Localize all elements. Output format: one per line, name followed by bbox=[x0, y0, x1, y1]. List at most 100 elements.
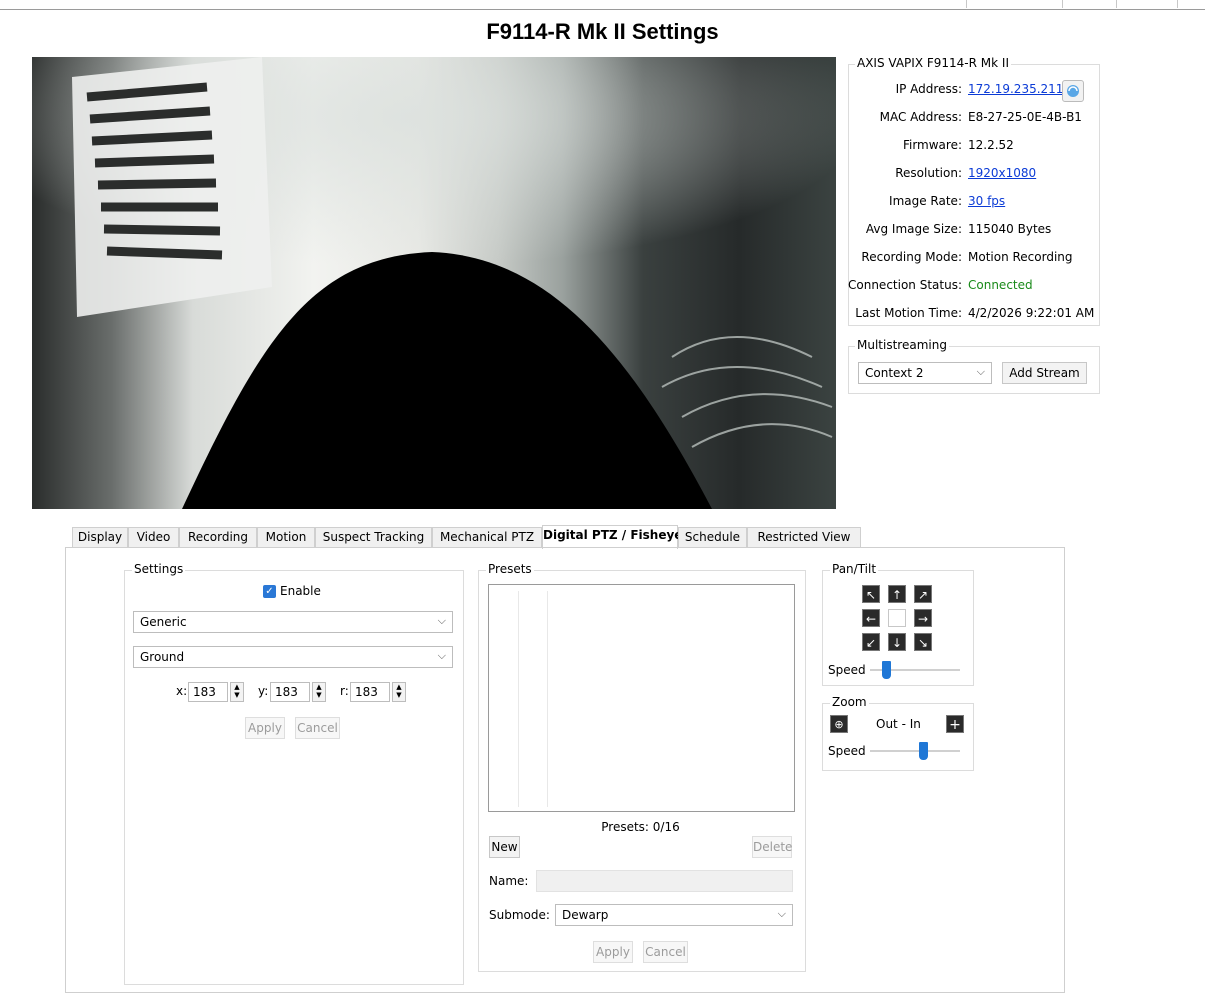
tab-recording[interactable]: Recording bbox=[179, 527, 257, 548]
live-video-view[interactable] bbox=[32, 57, 836, 509]
last-motion-label: Last Motion Time: bbox=[855, 306, 962, 320]
connection-status-value: Connected bbox=[968, 278, 1033, 292]
arrow-right-icon[interactable]: → bbox=[914, 609, 932, 627]
pan-tilt-label: Pan/Tilt bbox=[830, 562, 879, 576]
mount-type-select[interactable]: Ground ⌵ bbox=[133, 646, 453, 668]
presets-group-label: Presets bbox=[486, 562, 534, 576]
settings-cancel-button[interactable]: Cancel bbox=[295, 717, 340, 739]
arrow-left-icon[interactable]: ← bbox=[862, 609, 880, 627]
zoom-out-in-label: Out - In bbox=[876, 717, 921, 731]
info-row-recording-mode: Recording Mode: Motion Recording bbox=[848, 250, 1098, 272]
r-stepper[interactable]: ▲ ▼ bbox=[392, 682, 406, 702]
chevron-down-icon: ⌵ bbox=[976, 365, 985, 378]
add-stream-button[interactable]: Add Stream bbox=[1002, 362, 1087, 384]
enable-checkbox[interactable]: ✓ bbox=[263, 585, 276, 598]
info-row-firmware: Firmware: 12.2.52 bbox=[848, 138, 1098, 160]
preset-name-label: Name: bbox=[489, 874, 529, 888]
tab-mechanical-ptz[interactable]: Mechanical PTZ bbox=[432, 527, 542, 548]
info-row-resolution: Resolution: 1920x1080 bbox=[848, 166, 1098, 188]
zoom-speed-slider[interactable] bbox=[870, 741, 960, 761]
multistreaming-label: Multistreaming bbox=[855, 338, 949, 352]
recording-mode-label: Recording Mode: bbox=[861, 250, 962, 264]
tab-motion[interactable]: Motion bbox=[257, 527, 315, 548]
x-input[interactable]: 183 bbox=[188, 682, 228, 702]
settings-apply-button[interactable]: Apply bbox=[245, 717, 285, 739]
ip-address-link[interactable]: 172.19.235.211 bbox=[968, 82, 1063, 96]
submode-select[interactable]: Dewarp ⌵ bbox=[555, 904, 793, 926]
tab-suspect-tracking[interactable]: Suspect Tracking bbox=[315, 527, 432, 548]
x-stepper[interactable]: ▲ ▼ bbox=[230, 682, 244, 702]
settings-group-label: Settings bbox=[132, 562, 186, 576]
enable-label: Enable bbox=[280, 584, 321, 598]
r-input[interactable]: 183 bbox=[350, 682, 390, 702]
mac-address-label: MAC Address: bbox=[879, 110, 962, 124]
info-row-ip: IP Address: 172.19.235.211 bbox=[848, 82, 1098, 104]
presets-column-divider bbox=[547, 591, 548, 807]
camera-frame-image bbox=[72, 57, 833, 509]
submode-value: Dewarp bbox=[562, 908, 609, 922]
tab-schedule[interactable]: Schedule bbox=[678, 527, 747, 548]
tab-video[interactable]: Video bbox=[128, 527, 179, 548]
arrow-down-right-icon[interactable]: ↘ bbox=[914, 633, 932, 651]
presets-cancel-button[interactable]: Cancel bbox=[643, 941, 688, 963]
chevron-down-icon: ⌵ bbox=[437, 649, 446, 662]
arrow-up-icon[interactable]: ↑ bbox=[888, 585, 906, 603]
lens-type-select[interactable]: Generic ⌵ bbox=[133, 611, 453, 633]
tab-display[interactable]: Display bbox=[72, 527, 128, 548]
context-select[interactable]: Context 2 ⌵ bbox=[858, 362, 992, 384]
info-row-last-motion: Last Motion Time: 4/2/2026 9:22:01 AM bbox=[848, 306, 1098, 328]
y-stepper[interactable]: ▲ ▼ bbox=[312, 682, 326, 702]
presets-list[interactable] bbox=[488, 584, 795, 812]
zoom-in-icon[interactable]: + bbox=[946, 715, 964, 733]
zoom-speed-label: Speed bbox=[828, 744, 866, 758]
arrow-up-left-icon[interactable]: ↖ bbox=[862, 585, 880, 603]
x-value: 183 bbox=[193, 685, 216, 699]
info-row-avg-size: Avg Image Size: 115040 Bytes bbox=[848, 222, 1098, 244]
mac-address-value: E8-27-25-0E-4B-B1 bbox=[968, 110, 1082, 124]
preset-delete-button[interactable]: Delete bbox=[752, 836, 792, 858]
slider-thumb[interactable] bbox=[919, 742, 928, 760]
info-row-connection: Connection Status: Connected bbox=[848, 278, 1098, 300]
avg-image-size-label: Avg Image Size: bbox=[865, 222, 962, 236]
presets-apply-button[interactable]: Apply bbox=[593, 941, 633, 963]
pan-speed-slider[interactable] bbox=[870, 660, 960, 680]
firmware-value: 12.2.52 bbox=[968, 138, 1014, 152]
arrow-down-left-icon[interactable]: ↙ bbox=[862, 633, 880, 651]
refresh-icon[interactable] bbox=[1062, 80, 1084, 102]
r-value: 183 bbox=[355, 685, 378, 699]
tab-restricted-view[interactable]: Restricted View bbox=[747, 527, 861, 548]
top-strip-cell bbox=[1062, 0, 1117, 8]
last-motion-value: 4/2/2026 9:22:01 AM bbox=[968, 306, 1095, 320]
x-label: x: bbox=[176, 684, 188, 698]
zoom-label: Zoom bbox=[830, 695, 869, 709]
context-select-value: Context 2 bbox=[865, 366, 924, 380]
resolution-link[interactable]: 1920x1080 bbox=[968, 166, 1036, 180]
resolution-label: Resolution: bbox=[895, 166, 962, 180]
connection-status-label: Connection Status: bbox=[848, 278, 962, 292]
image-rate-label: Image Rate: bbox=[889, 194, 962, 208]
slider-thumb[interactable] bbox=[882, 661, 891, 679]
chevron-down-icon: ⌵ bbox=[437, 614, 446, 627]
info-row-image-rate: Image Rate: 30 fps bbox=[848, 194, 1098, 216]
y-input[interactable]: 183 bbox=[270, 682, 310, 702]
firmware-label: Firmware: bbox=[902, 138, 962, 152]
lens-type-value: Generic bbox=[140, 615, 187, 629]
arrow-up-right-icon[interactable]: ↗ bbox=[914, 585, 932, 603]
camera-info-rows: IP Address: 172.19.235.211 MAC Address: … bbox=[848, 80, 1098, 322]
preset-new-button[interactable]: New bbox=[489, 836, 520, 858]
pan-speed-label: Speed bbox=[828, 663, 866, 677]
pan-center-button[interactable] bbox=[888, 609, 906, 627]
ip-address-label: IP Address: bbox=[895, 82, 962, 96]
mount-type-value: Ground bbox=[140, 650, 185, 664]
chevron-down-icon: ⌵ bbox=[777, 907, 786, 920]
tab-digital-ptz-fisheye[interactable]: Digital PTZ / Fisheye bbox=[542, 525, 682, 549]
arrow-down-icon[interactable]: ↓ bbox=[888, 633, 906, 651]
camera-info-label: AXIS VAPIX F9114-R Mk II bbox=[855, 56, 1011, 70]
avg-image-size-value: 115040 Bytes bbox=[968, 222, 1052, 236]
y-value: 183 bbox=[275, 685, 298, 699]
zoom-out-icon[interactable]: ⊕ bbox=[830, 715, 848, 733]
top-strip-cell bbox=[966, 0, 1063, 8]
image-rate-link[interactable]: 30 fps bbox=[968, 194, 1005, 208]
preset-name-input[interactable] bbox=[536, 870, 793, 892]
slider-track bbox=[870, 750, 960, 752]
